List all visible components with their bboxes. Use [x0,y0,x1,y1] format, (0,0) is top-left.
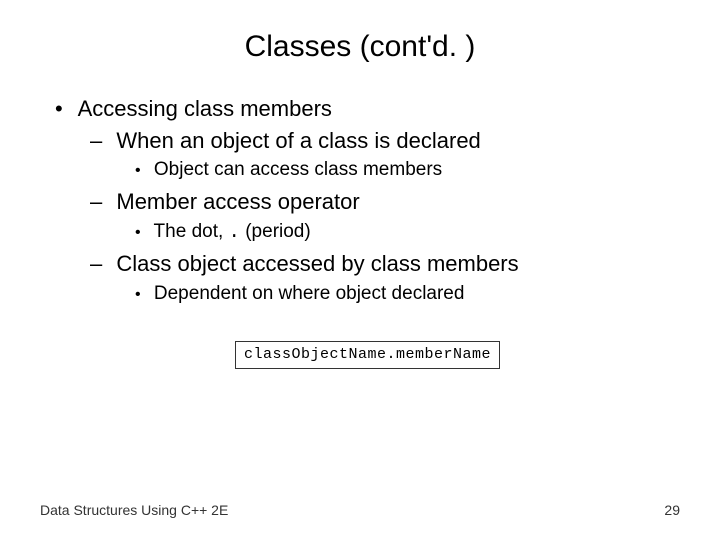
bullet-text-part: The dot, [154,221,229,242]
bullet-text: Class object accessed by class members [116,251,518,276]
bullet-text-part: (period) [240,221,311,242]
bullet-level3: Dependent on where object declared [135,281,680,307]
footer: Data Structures Using C++ 2E 29 [40,502,680,518]
code-example-box: classObjectName.memberName [235,341,500,369]
footer-left: Data Structures Using C++ 2E [40,502,228,518]
bullet-text: When an object of a class is declared [116,128,480,153]
slide-container: Classes (cont'd. ) Accessing class membe… [0,0,720,540]
bullet-level2: Member access operator [90,187,680,217]
page-number: 29 [664,502,680,518]
bullet-level1: Accessing class members [55,94,680,124]
bullet-level3: The dot, . (period) [135,219,680,246]
bullet-text: Accessing class members [78,96,332,121]
bullet-text: Member access operator [116,189,359,214]
bullet-level2: When an object of a class is declared [90,126,680,156]
bullet-text: Dependent on where object declared [154,283,465,304]
content-area: Accessing class members When an object o… [40,94,680,369]
bullet-text: Object can access class members [154,159,442,180]
bullet-text-mono: . [229,221,240,243]
slide-title: Classes (cont'd. ) [40,30,680,64]
bullet-level2: Class object accessed by class members [90,249,680,279]
bullet-level3: Object can access class members [135,157,680,183]
